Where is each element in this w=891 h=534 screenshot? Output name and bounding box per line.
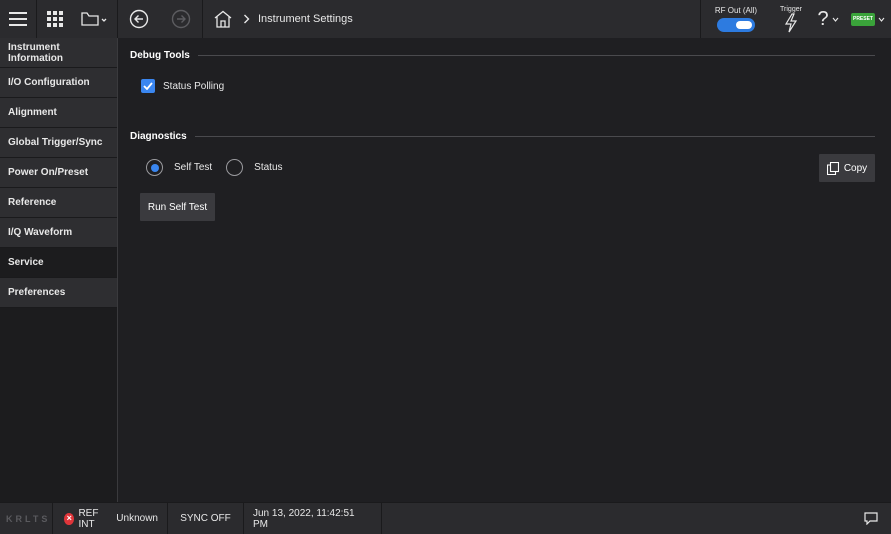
breadcrumb: Instrument Settings — [243, 13, 353, 25]
service-panel: Debug Tools Status Polling Diagnostics S… — [118, 38, 891, 502]
status-label: Status — [254, 162, 283, 173]
preset-menu[interactable]: PRESET — [845, 0, 891, 38]
sidebar-item-alignment[interactable]: Alignment — [0, 98, 117, 128]
status-polling-label: Status Polling — [163, 80, 225, 92]
debug-tools-header: Debug Tools — [130, 50, 875, 61]
sidebar-item-preferences[interactable]: Preferences — [0, 278, 117, 308]
divider — [197, 55, 875, 56]
menu-icon[interactable] — [0, 0, 36, 38]
trigger-label: Trigger — [780, 5, 802, 13]
chevron-right-icon — [244, 14, 250, 24]
self-test-label: Self Test — [174, 162, 213, 173]
message-icon[interactable] — [851, 503, 891, 534]
sidebar-item-iq-waveform[interactable]: I/Q Waveform — [0, 218, 117, 248]
self-test-radio[interactable] — [146, 159, 163, 176]
back-icon[interactable] — [118, 0, 160, 38]
sidebar-item-power-on-preset[interactable]: Power On/Preset — [0, 158, 117, 188]
chevron-down-icon — [878, 17, 885, 22]
help-menu[interactable]: ? — [811, 0, 845, 38]
home-icon[interactable] — [203, 0, 243, 38]
rf-out-control[interactable]: RF Out (All) — [701, 0, 771, 38]
status-radio[interactable] — [226, 159, 244, 176]
rf-out-toggle[interactable] — [717, 18, 755, 32]
status-polling-checkbox[interactable] — [141, 79, 155, 93]
ref-label: REF INT — [78, 507, 99, 530]
forward-icon[interactable] — [160, 0, 202, 38]
folder-menu-icon[interactable] — [73, 0, 117, 38]
sidebar-item-service[interactable]: Service — [0, 248, 117, 278]
copy-label: Copy — [843, 162, 868, 174]
copy-button[interactable]: Copy — [819, 154, 875, 182]
status-bar: KRLTS × REF INT Unknown SYNC OFF Jun 13,… — [0, 502, 891, 534]
sidebar-item-io-configuration[interactable]: I/O Configuration — [0, 68, 117, 98]
divider — [194, 136, 875, 137]
help-icon: ? — [817, 7, 829, 30]
run-self-test-button[interactable]: Run Self Test — [140, 193, 215, 221]
debug-tools-title: Debug Tools — [130, 50, 190, 61]
ref-status: Unknown — [116, 513, 158, 524]
preset-button[interactable]: PRESET — [851, 12, 875, 26]
brand-logo: KRLTS — [0, 502, 53, 534]
breadcrumb-current: Instrument Settings — [258, 13, 353, 25]
sidebar-item-reference[interactable]: Reference — [0, 188, 117, 218]
checkmark-icon — [143, 82, 153, 90]
apps-grid-icon[interactable] — [37, 0, 73, 38]
error-icon: × — [64, 512, 75, 525]
sidebar-item-instrument-information[interactable]: Instrument Information — [0, 38, 117, 68]
sidebar-item-global-trigger-sync[interactable]: Global Trigger/Sync — [0, 128, 117, 158]
reference-status[interactable]: × REF INT Unknown — [53, 502, 168, 534]
lightning-icon — [784, 12, 798, 32]
rf-out-label: RF Out (All) — [714, 6, 758, 15]
diagnostics-header: Diagnostics — [130, 131, 875, 142]
settings-sidebar: Instrument Information I/O Configuration… — [0, 38, 118, 502]
trigger-button[interactable]: Trigger — [771, 0, 811, 38]
sync-status[interactable]: SYNC OFF — [168, 502, 244, 534]
diagnostics-title: Diagnostics — [130, 131, 187, 142]
top-toolbar: Instrument Settings RF Out (All) Trigger… — [0, 0, 891, 38]
copy-icon — [826, 161, 839, 175]
chevron-down-icon — [832, 17, 838, 22]
diagnostics-mode-group: Self Test Status — [146, 159, 297, 176]
datetime: Jun 13, 2022, 11:42:51 PM — [244, 502, 382, 534]
status-polling-option[interactable]: Status Polling — [141, 79, 224, 93]
